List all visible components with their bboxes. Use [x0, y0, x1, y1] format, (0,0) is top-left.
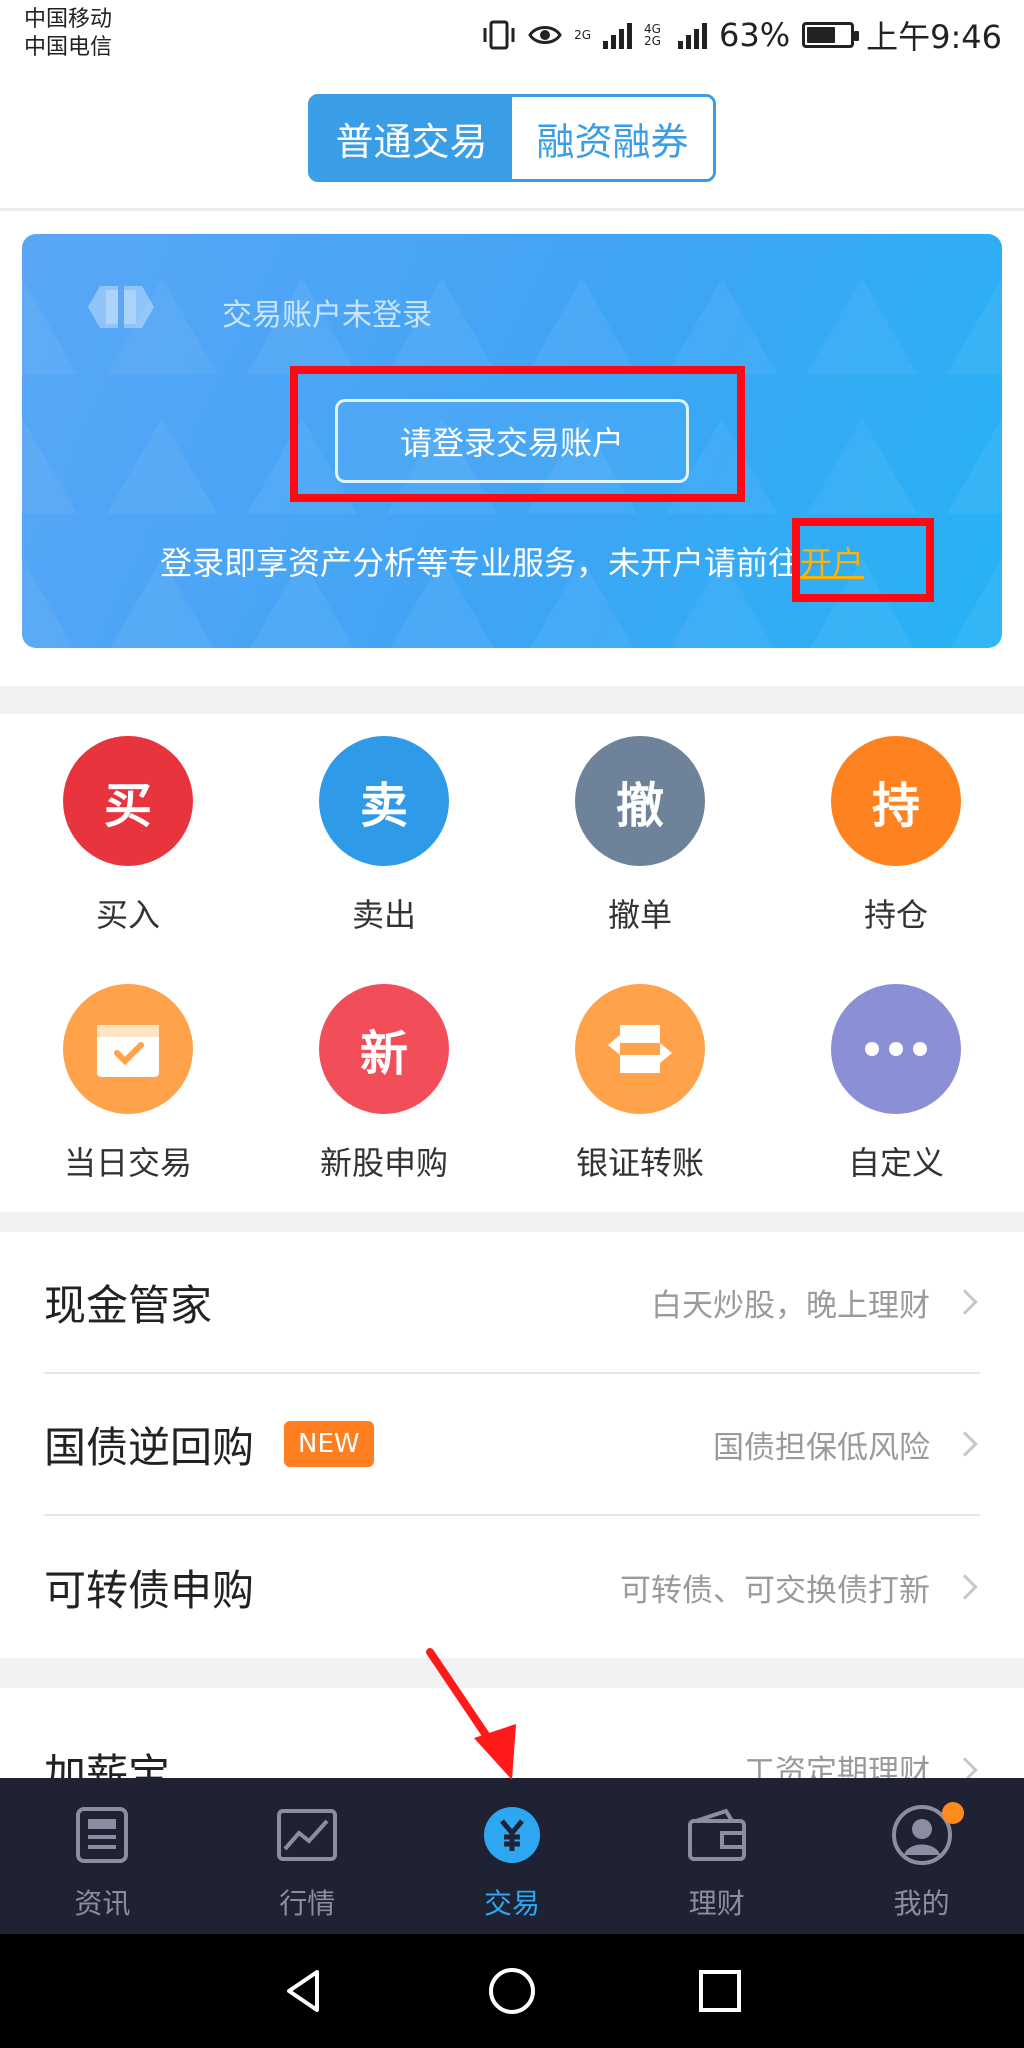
trade-type-tabs: 普通交易 融资融券	[0, 94, 1024, 182]
carrier-2: 中国电信	[24, 35, 113, 60]
chart-icon	[272, 1800, 342, 1870]
battery-icon	[802, 22, 860, 48]
back-icon[interactable]	[279, 1966, 329, 2016]
list-item-convertible-bond[interactable]: 可转债申购 可转债、可交换债打新	[44, 1516, 980, 1658]
tab-margin-trade[interactable]: 融资融券	[512, 97, 713, 179]
network-label-2: 4G 2G	[644, 22, 661, 48]
grid-label-holdings: 持仓	[863, 896, 928, 934]
nav-trade[interactable]: 交易	[410, 1778, 615, 1934]
row-desc: 白天炒股，晚上理财	[651, 1287, 930, 1324]
highlight-box-login	[290, 366, 745, 502]
nav-label: 我的	[893, 1887, 950, 1920]
bottom-nav: 资讯 行情 交易 理财 我的	[0, 1778, 1024, 1934]
signal-icon	[603, 21, 632, 49]
nav-label: 理财	[688, 1887, 745, 1920]
nav-profile[interactable]: 我的	[819, 1778, 1024, 1934]
section-gap	[0, 686, 1024, 714]
row-title: 现金管家	[44, 1280, 213, 1330]
news-icon	[67, 1800, 137, 1870]
grid-item-customize[interactable]: 自定义	[768, 964, 1024, 1204]
row-title: 可转债申购	[44, 1565, 255, 1615]
nav-label: 行情	[279, 1887, 336, 1920]
nav-label: 交易	[483, 1887, 540, 1920]
section-gap-2	[0, 1212, 1024, 1232]
clock: 上午9:46	[866, 18, 1002, 56]
ipo-icon: 新	[319, 984, 449, 1114]
nav-news[interactable]: 资讯	[0, 1778, 205, 1934]
notification-dot	[941, 1802, 964, 1824]
grid-label-customize: 自定义	[847, 1144, 944, 1182]
system-nav-bar	[0, 1934, 1024, 2048]
grid-item-buy[interactable]: 买 买入	[0, 716, 256, 956]
status-bar: 中国移动 中国电信 2G 4G 2G 63% 上午9:46	[0, 0, 1024, 64]
login-hint-text: 登录即享资产分析等专业服务，未开户请前往	[159, 544, 800, 582]
highlight-box-open-account	[792, 518, 934, 602]
grid-label-sell: 卖出	[351, 896, 416, 934]
function-grid: 买 买入 卖 卖出 撤 撤单 持 持仓 当日交易 新 新股申购 银证转账 自定义	[0, 716, 1024, 1212]
status-icons: 2G 4G 2G 63% 上午9:46	[482, 12, 1002, 58]
more-icon	[831, 984, 961, 1114]
tab-normal-trade[interactable]: 普通交易	[311, 97, 512, 179]
chevron-right-icon	[952, 1289, 978, 1315]
transfer-icon	[575, 984, 705, 1114]
cancel-order-icon: 撤	[575, 736, 705, 866]
new-badge: NEW	[284, 1421, 374, 1467]
row-desc: 国债担保低风险	[713, 1429, 930, 1466]
chevron-right-icon	[952, 1574, 978, 1600]
carrier-1: 中国移动	[24, 7, 113, 32]
grid-item-today-trades[interactable]: 当日交易	[0, 964, 256, 1204]
sell-icon: 卖	[319, 736, 449, 866]
segmented-control: 普通交易 融资融券	[308, 94, 716, 182]
list-item-treasury-repo[interactable]: 国债逆回购 NEW 国债担保低风险	[44, 1374, 980, 1516]
recents-icon[interactable]	[695, 1966, 745, 2016]
header-divider	[0, 208, 1024, 211]
red-arrow-annotation	[426, 1648, 516, 1780]
grid-item-bank-transfer[interactable]: 银证转账	[512, 964, 768, 1204]
list-item-cash-manager[interactable]: 现金管家 白天炒股，晚上理财	[44, 1232, 980, 1374]
grid-label-ipo-subscribe: 新股申购	[319, 1144, 448, 1182]
grid-label-cancel-order: 撤单	[607, 896, 672, 934]
wallet-icon	[682, 1800, 752, 1870]
yuan-icon	[477, 1800, 547, 1870]
buy-icon: 买	[63, 736, 193, 866]
nav-finance[interactable]: 理财	[614, 1778, 819, 1934]
vibrate-icon	[483, 20, 515, 50]
holdings-icon: 持	[831, 736, 961, 866]
grid-item-holdings[interactable]: 持 持仓	[768, 716, 1024, 956]
broker-logo-icon	[88, 286, 154, 328]
grid-item-ipo-subscribe[interactable]: 新 新股申购	[256, 964, 512, 1204]
nav-market[interactable]: 行情	[205, 1778, 410, 1934]
grid-label-buy: 买入	[95, 896, 160, 934]
calendar-icon	[63, 984, 193, 1114]
battery-percent: 63%	[719, 16, 791, 54]
signal-icon-2	[678, 21, 707, 49]
chevron-right-icon	[952, 1431, 978, 1457]
network-label-1: 2G	[574, 28, 591, 42]
grid-item-sell[interactable]: 卖 卖出	[256, 716, 512, 956]
grid-label-today-trades: 当日交易	[63, 1144, 192, 1182]
login-status-text: 交易账户未登录	[222, 298, 432, 333]
grid-item-cancel-order[interactable]: 撤 撤单	[512, 716, 768, 956]
grid-label-bank-transfer: 银证转账	[575, 1144, 704, 1182]
row-title: 国债逆回购	[44, 1422, 255, 1472]
carrier-info: 中国移动 中国电信	[24, 6, 112, 62]
nav-label: 资讯	[74, 1887, 131, 1920]
row-desc: 可转债、可交换债打新	[620, 1572, 930, 1609]
home-icon[interactable]	[487, 1966, 537, 2016]
eye-icon	[528, 26, 562, 44]
